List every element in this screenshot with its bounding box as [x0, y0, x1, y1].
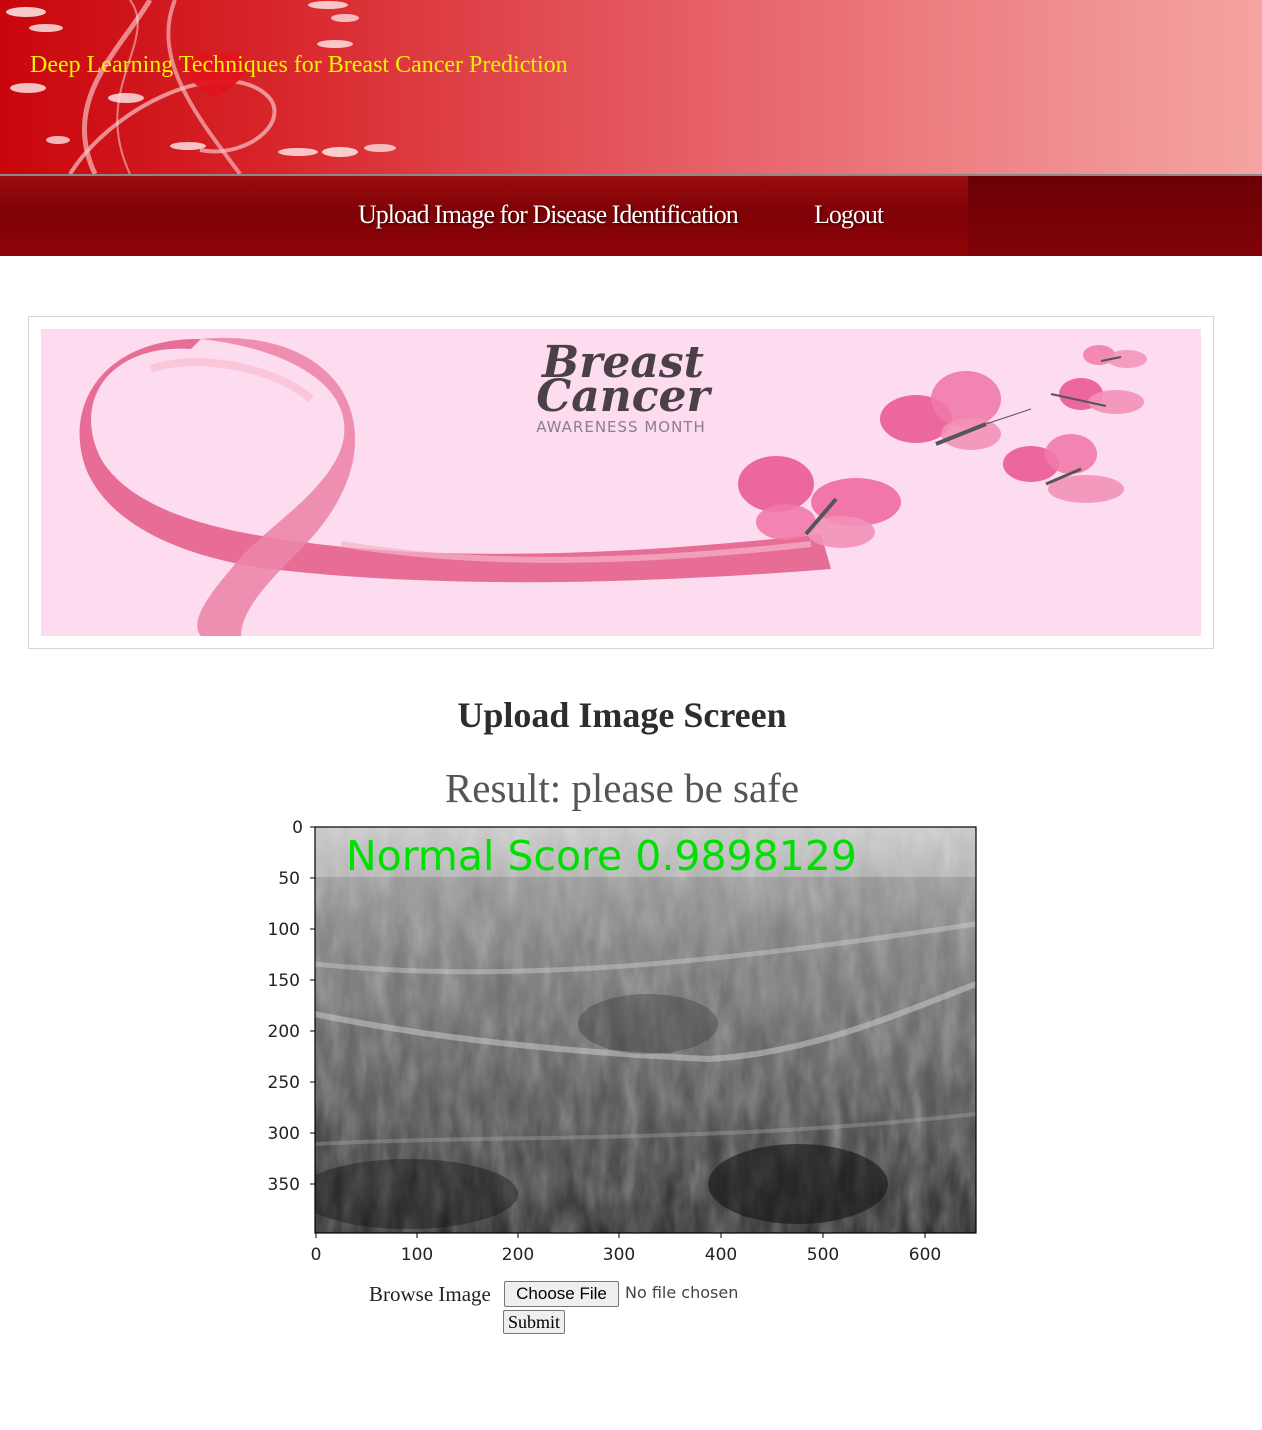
x-tick-label: 200 [502, 1245, 534, 1265]
file-status-text: No file chosen [625, 1283, 739, 1302]
y-tick-label: 200 [268, 1022, 300, 1042]
y-tick-label: 0 [292, 818, 303, 838]
y-tick-label: 50 [278, 869, 300, 889]
breast-cancer-awareness-banner: Breast Cancer AWARENESS MONTH [41, 329, 1201, 636]
hearts-swirl-decoration [6, 0, 396, 174]
submit-button[interactable]: Submit [503, 1310, 565, 1334]
butterfly-icon [1083, 345, 1147, 368]
x-tick-label: 400 [705, 1245, 737, 1265]
nav-logout-link[interactable]: Logout [814, 200, 884, 230]
y-tick-label: 150 [268, 971, 300, 991]
y-tick-label: 300 [268, 1124, 300, 1144]
site-title: Deep Learning Techniques for Breast Canc… [30, 52, 568, 78]
result-text: Result: please be safe [444, 765, 800, 811]
x-tick-label: 300 [603, 1245, 635, 1265]
y-tick-label: 100 [268, 920, 300, 940]
prediction-overlay-text: Normal Score 0.9898129 [346, 832, 857, 880]
nav-dark-segment [968, 176, 1262, 256]
butterfly-icon [1003, 434, 1124, 503]
choose-file-button[interactable]: Choose File [504, 1281, 619, 1307]
page-title: Upload Image Screen [457, 695, 787, 735]
x-tick-label: 100 [401, 1245, 433, 1265]
main-nav: Upload Image for Disease Identification … [0, 176, 1262, 256]
site-header: Deep Learning Techniques for Breast Canc… [0, 0, 1262, 174]
butterfly-icon [738, 456, 901, 548]
butterfly-icon [880, 371, 1032, 450]
x-tick-label: 500 [807, 1245, 839, 1265]
ultrasound-image: Normal Score 0.9898129 [315, 827, 976, 1233]
pink-ribbon-graphic [79, 337, 831, 636]
ultrasound-result-plot: Normal Score 0.9898129 0 50 100 150 200 … [268, 818, 977, 1265]
banner-frame: Breast Cancer AWARENESS MONTH [28, 316, 1214, 649]
y-tick-label: 350 [268, 1175, 300, 1195]
y-tick-label: 250 [268, 1073, 300, 1093]
banner-subtitle: AWARENESS MONTH [536, 418, 706, 436]
banner-title-line2: Cancer [536, 371, 712, 422]
nav-upload-image-link[interactable]: Upload Image for Disease Identification [358, 200, 739, 230]
x-tick-label: 0 [311, 1245, 322, 1265]
butterfly-icon [1050, 378, 1144, 414]
browse-image-label: Browse Image [369, 1282, 491, 1306]
x-tick-label: 600 [909, 1245, 941, 1265]
